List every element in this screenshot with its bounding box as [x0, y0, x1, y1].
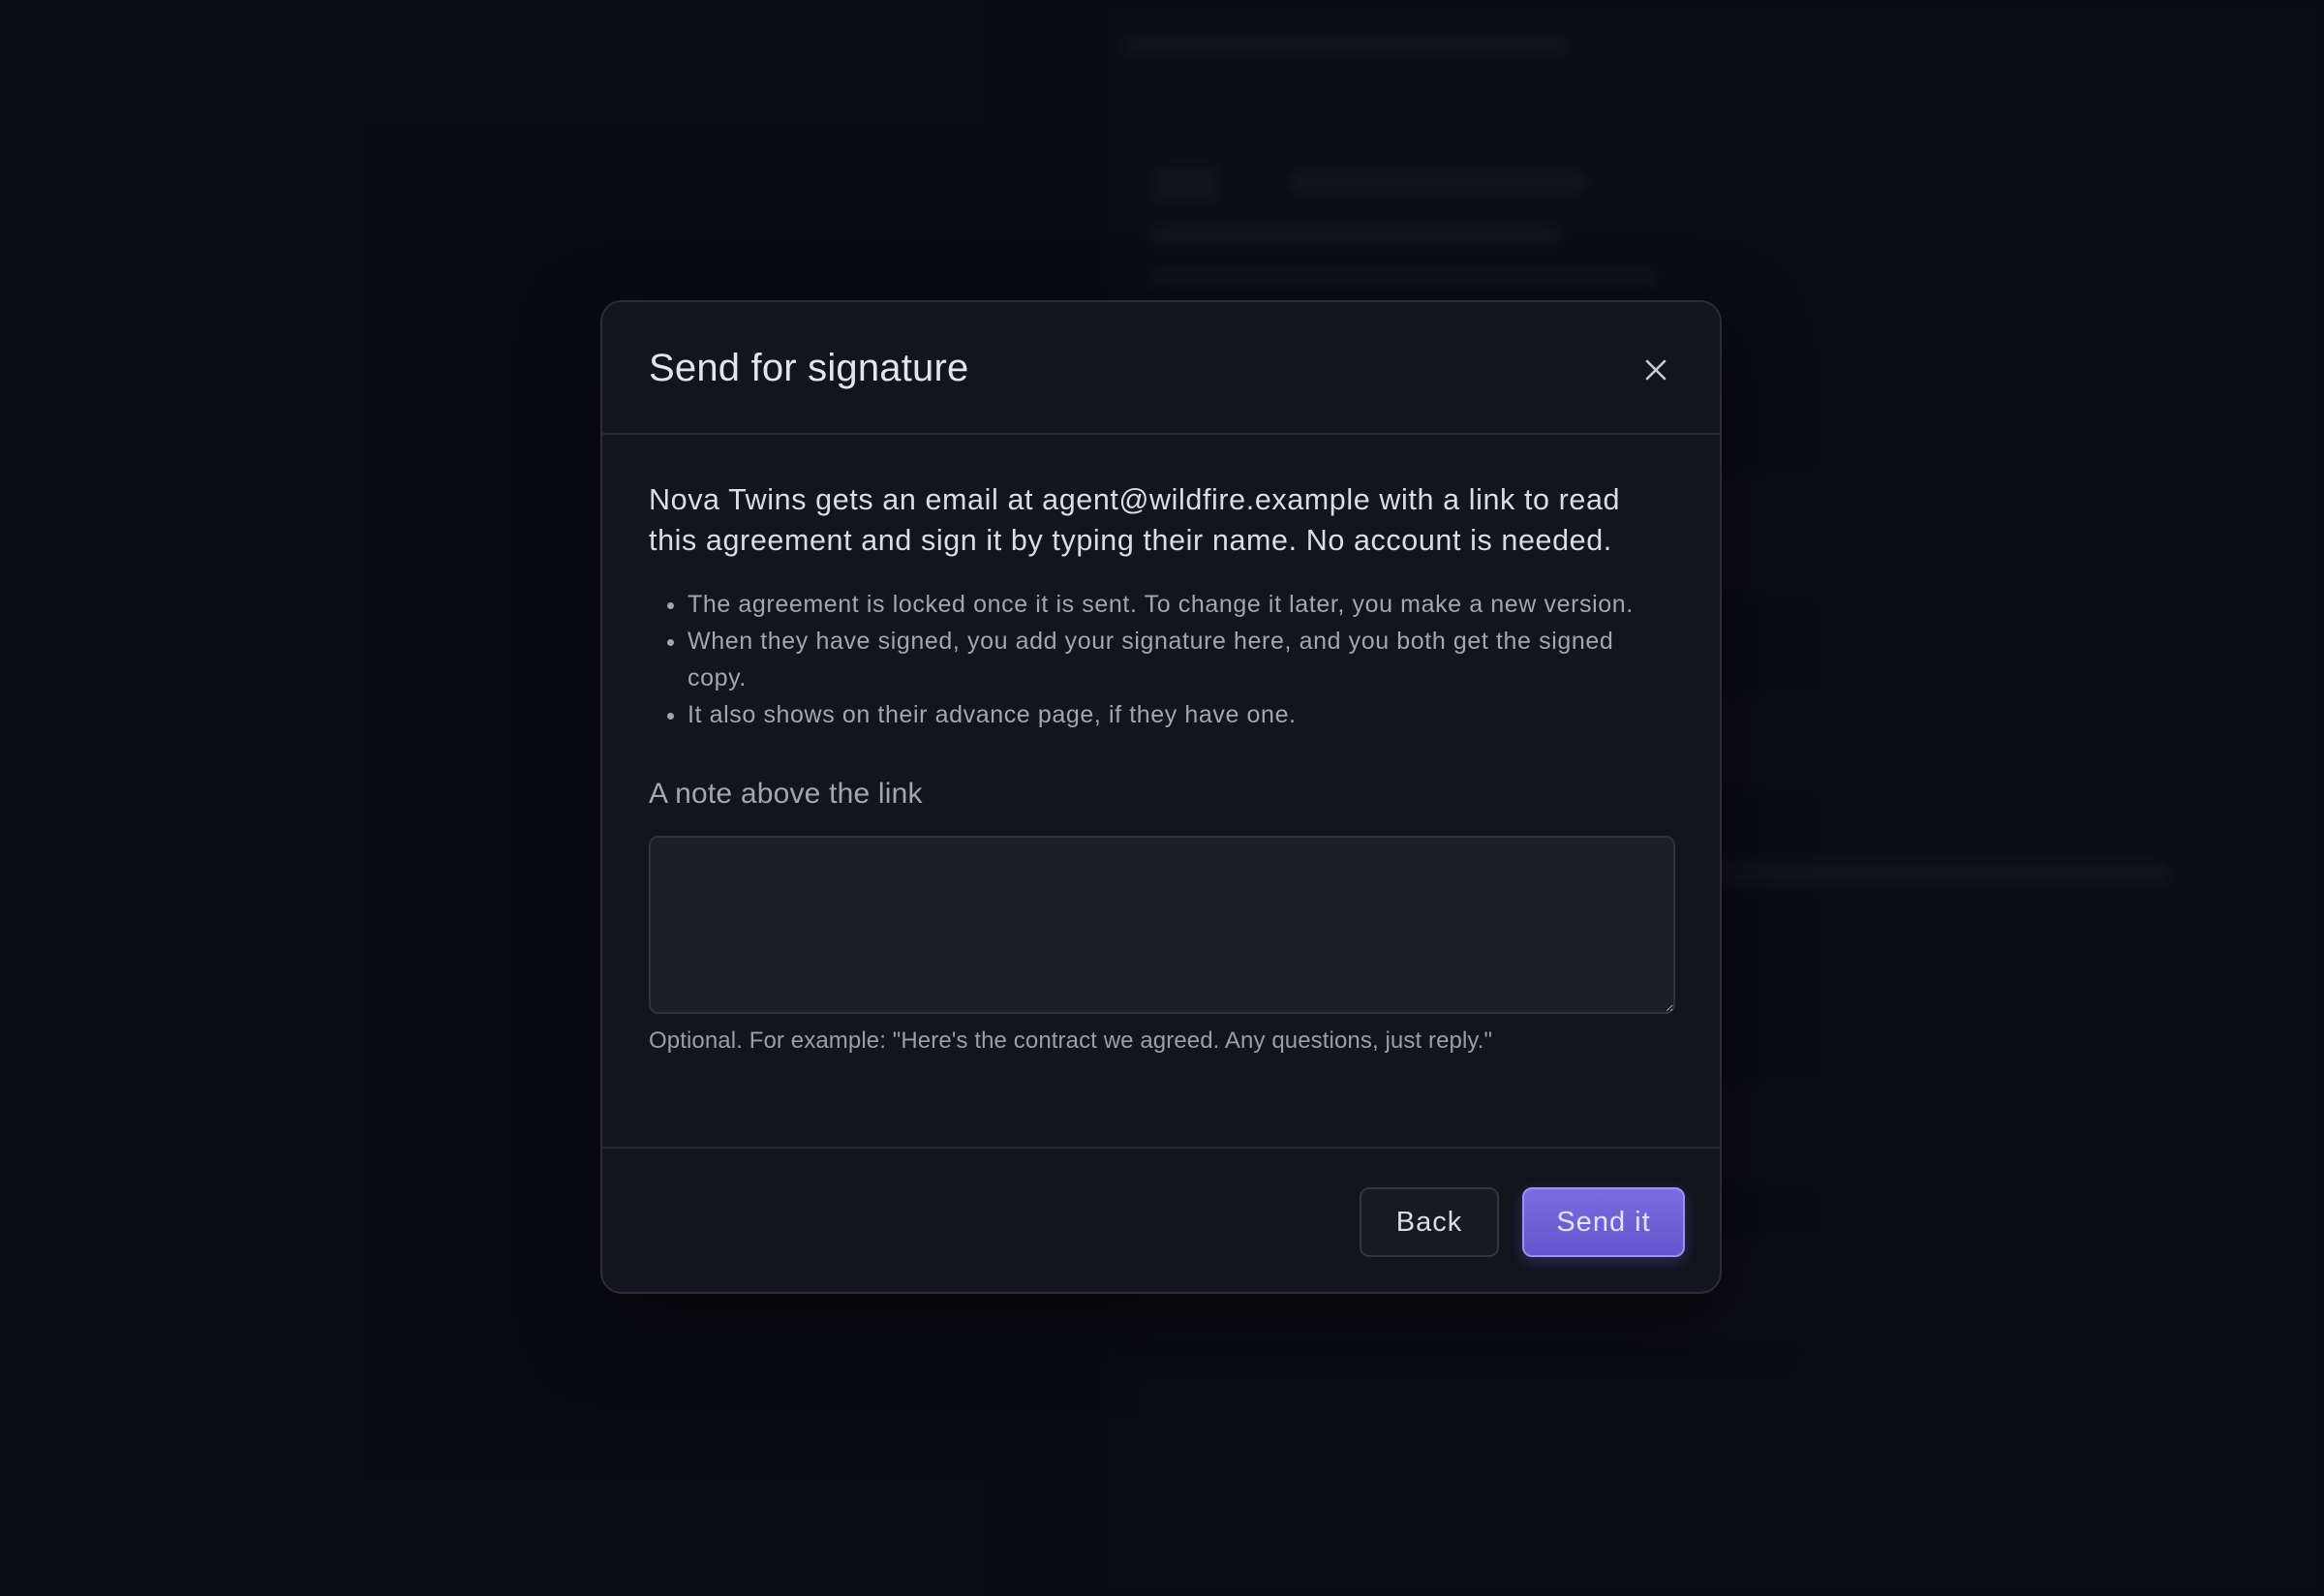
close-button[interactable] [1640, 354, 1671, 385]
dialog-footer: Back Send it [602, 1147, 1720, 1292]
list-item: The agreement is locked once it is sent.… [688, 586, 1675, 623]
note-label: A note above the link [649, 778, 923, 810]
list-item: It also shows on their advance page, if … [688, 696, 1675, 733]
send-button[interactable]: Send it [1522, 1187, 1685, 1257]
send-for-signature-dialog: Send for signature Nova Twins gets an em… [600, 300, 1722, 1294]
dialog-body: Nova Twins gets an email at agent@wildfi… [649, 435, 1675, 1055]
dialog-title: Send for signature [649, 347, 969, 389]
close-icon [1645, 359, 1667, 381]
note-helper-text: Optional. For example: "Here's the contr… [649, 1028, 1493, 1054]
note-textarea[interactable] [649, 836, 1675, 1014]
dialog-intro-text: Nova Twins gets an email at agent@wildfi… [649, 483, 1621, 557]
dialog-info-list: The agreement is locked once it is sent.… [649, 586, 1675, 733]
dialog-header: Send for signature [602, 302, 1720, 435]
list-item: When they have signed, you add your sign… [688, 623, 1675, 696]
back-button[interactable]: Back [1360, 1187, 1499, 1257]
